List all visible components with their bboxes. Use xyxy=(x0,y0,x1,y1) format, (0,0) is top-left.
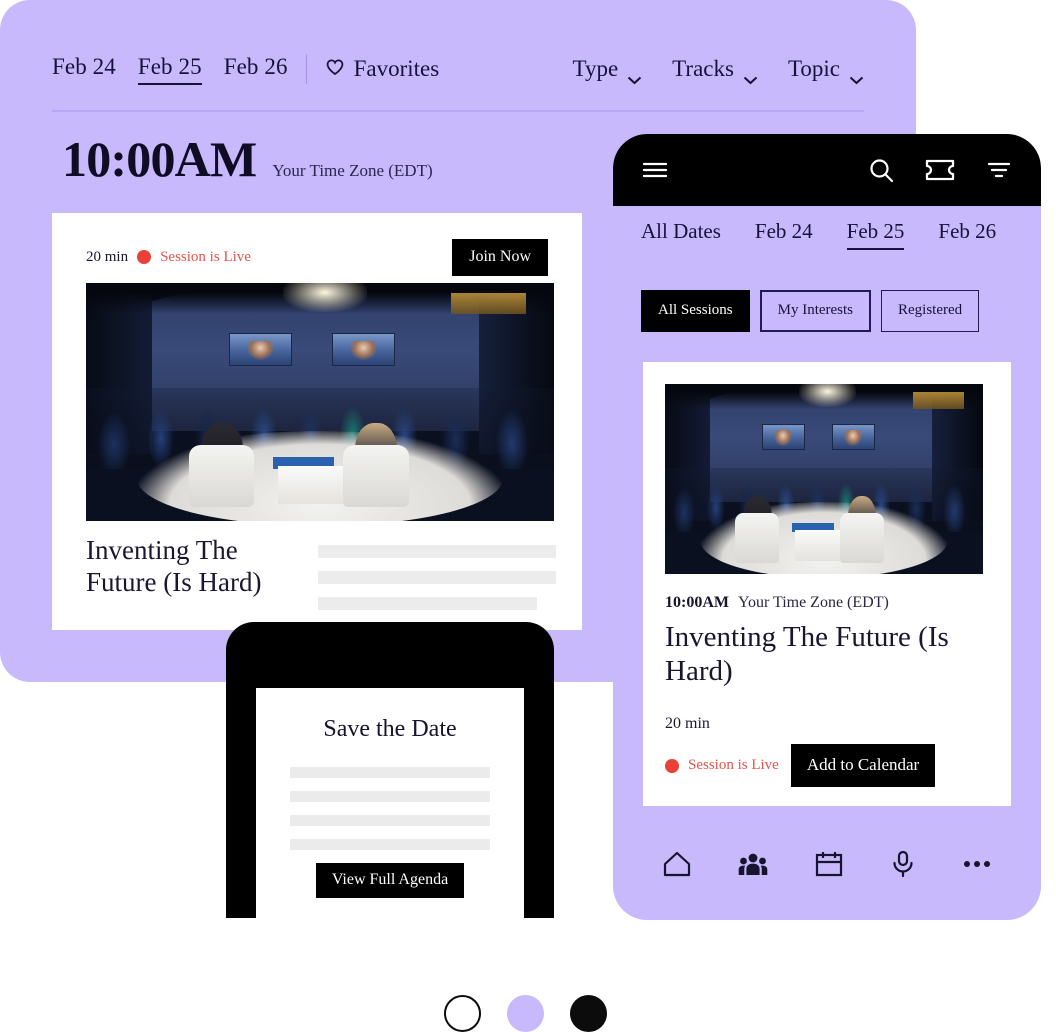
chevron-down-icon xyxy=(627,65,642,84)
microphone-icon[interactable] xyxy=(890,850,916,878)
filter-dropdown-tracks[interactable]: Tracks xyxy=(672,56,758,84)
session-meta-left: 20 min Session is Live xyxy=(86,249,251,266)
filter-dropdown-type[interactable]: Type xyxy=(572,56,643,84)
heart-icon xyxy=(325,56,345,82)
desktop-date-tabs: Feb 24 Feb 25 Feb 26 xyxy=(52,54,288,85)
home-icon[interactable] xyxy=(662,850,692,878)
favorites-label: Favorites xyxy=(353,56,440,81)
filter-label-tracks: Tracks xyxy=(672,56,734,81)
join-now-button[interactable]: Join Now xyxy=(452,238,548,276)
header-divider xyxy=(305,54,307,84)
more-icon[interactable] xyxy=(962,859,992,869)
phone-date-tabs: All Dates Feb 24 Feb 25 Feb 26 xyxy=(613,206,1041,262)
header-rule xyxy=(52,110,864,112)
swatch-white[interactable] xyxy=(444,995,481,1032)
calendar-icon[interactable] xyxy=(814,850,844,878)
people-icon[interactable] xyxy=(738,850,768,878)
current-time: 10:00AM xyxy=(62,131,257,187)
filter-label-topic: Topic xyxy=(787,56,840,81)
add-to-calendar-button[interactable]: Add to Calendar xyxy=(790,744,936,787)
save-the-date-modal: Save the Date View Full Agenda xyxy=(256,688,524,918)
desktop-date-tab-feb26[interactable]: Feb 26 xyxy=(224,54,288,85)
session-live-label: Session is Live xyxy=(160,248,251,265)
filter-icon[interactable] xyxy=(985,159,1013,181)
phone-session-title: Inventing The Future (Is Hard) xyxy=(665,621,949,688)
session-duration: 20 min xyxy=(86,248,129,265)
save-the-date-placeholder xyxy=(256,743,524,850)
pill-registered[interactable]: Registered xyxy=(881,290,980,332)
view-full-agenda-button[interactable]: View Full Agenda xyxy=(315,863,465,898)
phone-live-label: Session is Live xyxy=(688,757,779,773)
phone-bottom-nav xyxy=(613,834,1041,894)
save-the-date-title: Save the Date xyxy=(323,716,457,742)
phone-topbar-actions xyxy=(867,156,1013,184)
phone-date-tab-all[interactable]: All Dates xyxy=(641,219,721,250)
phone-date-tab-feb25[interactable]: Feb 25 xyxy=(846,219,905,250)
time-heading-row: 10:00AM Your Time Zone (EDT) xyxy=(62,134,433,184)
phone-session-duration: 20 min xyxy=(665,715,710,732)
desktop-date-tab-feb25[interactable]: Feb 25 xyxy=(137,54,202,85)
chevron-down-icon xyxy=(743,65,758,84)
mockup-stage: Feb 24 Feb 25 Feb 26 Favorites Type Trac… xyxy=(0,0,1056,1032)
phone-date-tab-feb24[interactable]: Feb 24 xyxy=(755,219,813,250)
session-title: Inventing The Future (Is Hard) xyxy=(86,535,262,597)
ticket-icon[interactable] xyxy=(925,158,955,182)
phone-session-photo xyxy=(665,384,983,574)
mini-phone-mockup: Save the Date View Full Agenda xyxy=(226,622,554,918)
filter-label-type: Type xyxy=(572,56,619,81)
session-photo xyxy=(86,283,554,521)
desktop-filter-group: Type Tracks Topic xyxy=(572,56,864,84)
favorites-button[interactable]: Favorites xyxy=(325,56,440,82)
swatch-black[interactable] xyxy=(570,995,607,1032)
session-meta-row: 20 min Session is Live Join Now xyxy=(86,238,548,276)
hamburger-menu-icon[interactable] xyxy=(641,160,669,180)
phone-session-time: 10:00AM xyxy=(665,594,729,611)
phone-session-card: 10:00AM Your Time Zone (EDT) Inventing T… xyxy=(643,362,1011,806)
session-body: Inventing The Future (Is Hard) xyxy=(86,535,556,623)
phone-date-tab-feb26[interactable]: Feb 26 xyxy=(938,219,996,250)
swatch-lavender[interactable] xyxy=(507,995,544,1032)
live-dot-icon xyxy=(137,250,152,264)
session-description-placeholder xyxy=(318,535,556,623)
filter-dropdown-topic[interactable]: Topic xyxy=(787,56,864,84)
desktop-header: Feb 24 Feb 25 Feb 26 Favorites Type Trac… xyxy=(52,40,864,98)
color-swatch-row xyxy=(444,995,607,1032)
pill-my-interests[interactable]: My Interests xyxy=(759,290,872,332)
phone-filter-pills: All Sessions My Interests Registered xyxy=(641,290,980,332)
phone-topbar xyxy=(613,134,1041,206)
pill-all-sessions[interactable]: All Sessions xyxy=(641,290,750,332)
phone-session-actions: Session is Live Add to Calendar xyxy=(665,744,936,787)
live-dot-icon xyxy=(665,758,679,773)
search-icon[interactable] xyxy=(867,156,895,184)
phone-session-timezone: Your Time Zone (EDT) xyxy=(737,594,889,611)
desktop-session-card: 20 min Session is Live Join Now Inventin… xyxy=(52,213,582,630)
desktop-date-tab-feb24[interactable]: Feb 24 xyxy=(52,54,116,85)
phone-live-status: Session is Live xyxy=(665,757,779,774)
phone-session-meta: 10:00AM Your Time Zone (EDT) xyxy=(665,594,889,612)
timezone-label: Your Time Zone (EDT) xyxy=(272,161,433,180)
chevron-down-icon xyxy=(849,65,864,84)
